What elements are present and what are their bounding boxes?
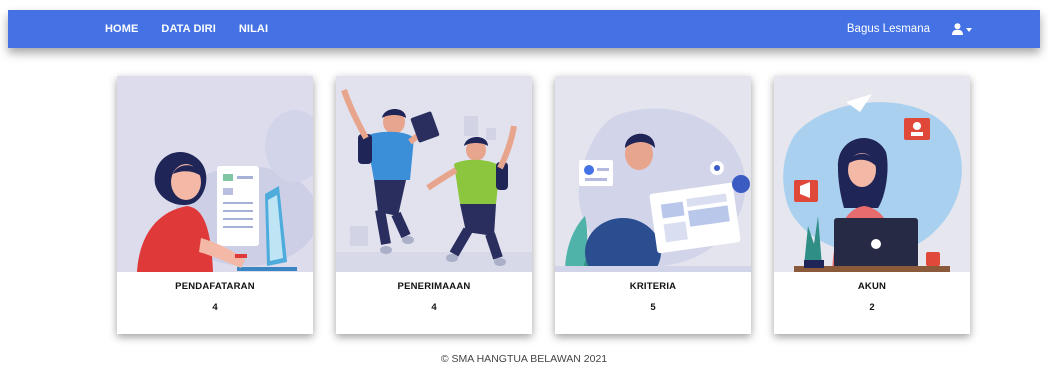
man-browser-illustration [555,76,751,272]
card-count: 5 [650,302,656,313]
card-body: PENDAFATARAN 4 [117,272,313,334]
nav-links: HOME DATA DIRI NILAI [105,23,291,35]
user-name[interactable]: Bagus Lesmana [847,23,930,35]
caret-down-icon [966,28,972,32]
page: HOME DATA DIRI NILAI Bagus Lesmana PENDA… [0,0,1048,365]
footer-copyright: © SMA HANGTUA BELAWAN 2021 [440,353,608,365]
nav-home-link[interactable]: HOME [105,23,138,35]
user-menu-dropdown[interactable] [952,23,972,35]
nav-nilai-link[interactable]: NILAI [239,23,268,35]
card-pendaftaran[interactable]: PENDAFATARAN 4 [117,76,313,334]
nav-data-diri-link[interactable]: DATA DIRI [161,23,215,35]
woman-computer-illustration [117,76,313,272]
card-count: 4 [431,302,437,313]
woman-laptop-illustration [774,76,970,272]
card-kriteria[interactable]: KRITERIA 5 [555,76,751,334]
card-grid: PENDAFATARAN 4 PENERIMAAAN 4 KRITERIA 5 … [117,76,970,334]
card-title: PENDAFATARAN [175,281,255,292]
nav-user-area: Bagus Lesmana [847,23,972,35]
user-icon [952,23,963,35]
card-title: AKUN [857,281,887,292]
card-body: PENERIMAAAN 4 [336,272,532,334]
card-body: KRITERIA 5 [555,272,751,334]
card-count: 4 [212,302,218,313]
card-title: PENERIMAAAN [397,281,471,292]
card-penerimaan[interactable]: PENERIMAAAN 4 [336,76,532,334]
students-jumping-illustration [336,76,532,272]
card-title: KRITERIA [629,281,677,292]
card-body: AKUN 2 [774,272,970,334]
top-navbar: HOME DATA DIRI NILAI Bagus Lesmana [8,10,1040,48]
card-count: 2 [869,302,875,313]
card-akun[interactable]: AKUN 2 [774,76,970,334]
